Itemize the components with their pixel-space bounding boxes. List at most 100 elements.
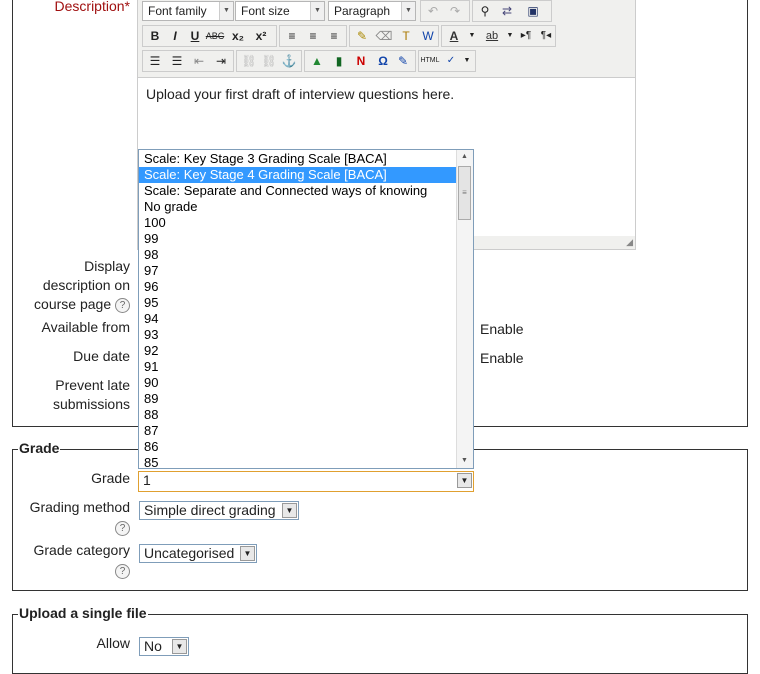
indent-icon[interactable]: ⇥ [211, 51, 231, 71]
grade-option[interactable]: 98 [139, 247, 457, 263]
description-label-text: Description [54, 0, 125, 14]
grade-option[interactable]: 92 [139, 343, 457, 359]
underline-icon[interactable]: U [185, 26, 205, 46]
bold-icon[interactable]: B [145, 26, 165, 46]
list-group: ☰ ☰ ⇤ ⇥ [142, 50, 234, 72]
allow-select[interactable]: No ▼ [139, 637, 189, 656]
grade-option[interactable]: 89 [139, 391, 457, 407]
superscript-icon[interactable]: x² [251, 26, 271, 46]
find-icon[interactable]: ⚲ [475, 1, 495, 21]
ltr-icon[interactable]: ▸¶ [516, 26, 536, 46]
eraser-icon[interactable]: ⌫ [374, 26, 394, 46]
subscript-icon[interactable]: x₂ [228, 26, 248, 46]
available-from-enable-label: Enable [480, 321, 524, 337]
grade-option[interactable]: Scale: Key Stage 4 Grading Scale [BACA] [139, 167, 457, 183]
grade-category-label: Grade category ? [20, 541, 130, 580]
unlink-icon[interactable]: ⛓ [259, 51, 279, 71]
redo-icon[interactable]: ↷ [445, 1, 465, 21]
allow-value: No [144, 638, 162, 654]
align-left-icon[interactable]: ≡ [282, 26, 302, 46]
grade-option[interactable]: 100 [139, 215, 457, 231]
text-color-icon[interactable]: A [444, 26, 464, 46]
scroll-thumb[interactable]: ≡ [458, 166, 471, 220]
prevent-late-line-1: Prevent late [55, 377, 130, 393]
grade-option[interactable]: Scale: Key Stage 3 Grading Scale [BACA] [139, 151, 457, 167]
font-size-value: Font size [241, 4, 290, 18]
format-select[interactable]: Paragraph ▼ [328, 1, 416, 21]
display-description-line-1: Display [84, 258, 130, 274]
grading-method-value: Simple direct grading [144, 502, 276, 518]
align-center-icon[interactable]: ≡ [303, 26, 323, 46]
grade-option[interactable]: 85 [139, 455, 457, 468]
resize-handle-icon[interactable]: ◢ [623, 237, 633, 247]
special-char-icon[interactable]: Ω [373, 51, 393, 71]
html-icon[interactable]: HTML [420, 51, 440, 71]
help-icon[interactable]: ? [115, 520, 130, 536]
numbered-list-icon[interactable]: ☰ [167, 51, 187, 71]
bullet-list-icon[interactable]: ☰ [145, 51, 165, 71]
align-right-icon[interactable]: ≡ [324, 26, 344, 46]
help-icon[interactable]: ? [115, 563, 130, 579]
format-value: Paragraph [334, 4, 391, 18]
grade-option[interactable]: 97 [139, 263, 457, 279]
grade-option[interactable]: 99 [139, 231, 457, 247]
align-group: ≡ ≡ ≡ [279, 25, 347, 47]
replace-icon[interactable]: ⇄ [497, 1, 517, 21]
scroll-down-icon[interactable]: ▼ [457, 454, 472, 468]
grade-option[interactable]: 96 [139, 279, 457, 295]
grade-option[interactable]: 88 [139, 407, 457, 423]
grading-method-select[interactable]: Simple direct grading ▼ [139, 501, 299, 520]
chevron-down-icon[interactable]: ▼ [457, 51, 477, 71]
grade-option[interactable]: 91 [139, 359, 457, 375]
grade-option[interactable]: No grade [139, 199, 457, 215]
grade-option[interactable]: Scale: Separate and Connected ways of kn… [139, 183, 457, 199]
available-from-label: Available from [41, 319, 130, 335]
grade-select[interactable]: 1 ▼ [138, 471, 474, 492]
image-icon[interactable]: ▲ [307, 51, 327, 71]
grade-category-select[interactable]: Uncategorised ▼ [139, 544, 257, 563]
grade-option[interactable]: 86 [139, 439, 457, 455]
paste-text-icon[interactable]: T [396, 26, 416, 46]
help-icon[interactable]: ? [115, 297, 130, 313]
scroll-up-icon[interactable]: ▲ [457, 150, 472, 164]
anchor-icon[interactable]: ⚓ [279, 51, 299, 71]
italic-icon[interactable]: I [165, 26, 185, 46]
grading-method-label-text: Grading method [29, 499, 130, 515]
font-size-select[interactable]: Font size ▼ [235, 1, 325, 21]
link-icon[interactable]: ⛓ [239, 51, 259, 71]
cleanup-icon[interactable]: ✎ [352, 26, 372, 46]
grade-option[interactable]: 94 [139, 311, 457, 327]
strikethrough-icon[interactable]: ABC [205, 26, 225, 46]
grade-option[interactable]: 95 [139, 295, 457, 311]
required-mark: * [124, 0, 130, 14]
search-group: ⚲ ⇄ ▣ [472, 0, 552, 22]
allow-label: Allow [96, 635, 130, 651]
font-family-select[interactable]: Font family ▼ [142, 1, 234, 21]
prevent-late-line-2: submissions [52, 396, 130, 412]
grade-option[interactable]: 90 [139, 375, 457, 391]
fullscreen-icon[interactable]: ▣ [523, 1, 543, 21]
chevron-down-icon[interactable]: ▼ [462, 26, 482, 46]
chevron-down-icon: ▼ [310, 2, 324, 20]
display-description-label: Display description on course page ? [20, 257, 130, 314]
paste-word-icon[interactable]: W [418, 26, 438, 46]
upload-legend: Upload a single file [18, 605, 148, 621]
grade-option[interactable]: 87 [139, 423, 457, 439]
rtl-icon[interactable]: ¶◂ [536, 26, 556, 46]
edit-icon[interactable]: ✎ [393, 51, 413, 71]
color-group: A ▼ ab ▼ ▸¶ ¶◂ [441, 25, 556, 47]
insert-group: ▲ ▮ N Ω ✎ [304, 50, 416, 72]
chevron-down-icon: ▼ [172, 639, 187, 654]
grade-dropdown-list: Scale: Key Stage 3 Grading Scale [BACA] S… [138, 149, 474, 469]
highlight-color-icon[interactable]: ab [482, 26, 502, 46]
media-icon[interactable]: ▮ [329, 51, 349, 71]
chevron-down-icon: ▼ [240, 546, 255, 561]
undo-icon[interactable]: ↶ [423, 1, 443, 21]
grade-label: Grade [91, 470, 130, 486]
grading-method-label: Grading method ? [20, 498, 130, 537]
outdent-icon[interactable]: ⇤ [189, 51, 209, 71]
moodle-nolink-icon[interactable]: N [351, 51, 371, 71]
grade-option[interactable]: 93 [139, 327, 457, 343]
dropdown-scrollbar[interactable]: ▲ ≡ ▼ [456, 150, 473, 468]
display-description-line-3: course page [34, 296, 112, 312]
